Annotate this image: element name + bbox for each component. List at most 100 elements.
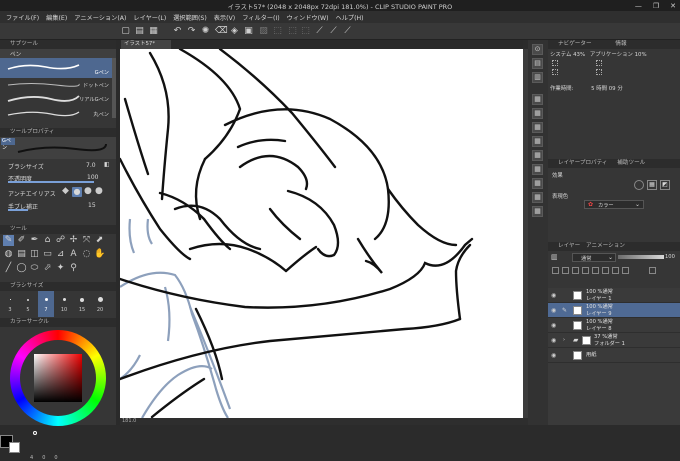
material-3-icon[interactable]: ▦ — [532, 122, 543, 133]
lasso-tool-icon[interactable]: ◯ — [16, 263, 27, 274]
menu-file[interactable]: ファイル(F) — [6, 13, 39, 22]
material-icon[interactable]: ▦ — [532, 94, 543, 105]
snap-grid-icon[interactable]: ⟋ — [342, 26, 353, 37]
antialias-weak-icon[interactable]: ● — [72, 187, 82, 197]
sub-view-icon[interactable]: ▤ — [532, 58, 543, 69]
layer-color-icon[interactable] — [649, 266, 656, 274]
close-button[interactable]: ✕ — [670, 2, 676, 10]
frame-tool-icon[interactable]: ▭ — [42, 249, 53, 260]
menu-edit[interactable]: 編集(E) — [46, 13, 67, 22]
brush-tool-icon[interactable]: ✐ — [16, 235, 27, 246]
border-effect-icon[interactable] — [634, 180, 644, 190]
eyedropper-tool-icon[interactable]: ✢ — [68, 235, 79, 246]
blend-mode-select[interactable]: 通常 ⌄ — [572, 253, 616, 262]
lock-layer-icon[interactable] — [592, 266, 599, 274]
pressure-icon[interactable]: ◧ — [104, 161, 110, 168]
layer-row[interactable]: ◉ 100 %通常 レイヤー 1 — [548, 288, 680, 303]
expression-color-select[interactable]: ✿ カラー ⌄ — [584, 200, 644, 209]
draft-icon[interactable] — [572, 266, 579, 274]
size-cell[interactable]: 10 — [56, 291, 72, 317]
eye-icon[interactable]: ◉ — [551, 322, 556, 329]
move-tool-icon[interactable]: ⤧ — [81, 235, 92, 246]
select-tool-icon[interactable]: ⬭ — [29, 263, 40, 274]
material-5-icon[interactable]: ▦ — [532, 150, 543, 161]
eye-icon[interactable]: ◉ — [551, 307, 556, 314]
canvas[interactable] — [120, 49, 523, 418]
brush-item-gpen[interactable]: Gペン — [0, 58, 112, 78]
ruler-show-icon[interactable] — [612, 266, 619, 274]
opacity-value[interactable]: 100 — [87, 174, 98, 181]
eraser-tool-icon[interactable]: ⌂ — [42, 235, 53, 246]
gradient-tool-icon[interactable]: ▤ — [16, 249, 27, 260]
antialias-medium-icon[interactable]: ● — [84, 186, 92, 196]
snap-ruler-icon[interactable]: ⟋ — [328, 26, 339, 37]
navigator-tab[interactable]: ナビゲーター — [558, 41, 592, 47]
airbrush-tool-icon[interactable]: ✒ — [29, 235, 40, 246]
layer-color-icon[interactable]: ◩ — [660, 180, 670, 190]
material-7-icon[interactable]: ▦ — [532, 178, 543, 189]
object-tool-icon[interactable]: ⬈ — [94, 235, 105, 246]
correct-line-icon[interactable]: ⬀ — [42, 263, 53, 274]
brush-size-row[interactable]: ブラシサイズ 7.0 ◧ — [0, 160, 116, 171]
deselect-icon[interactable]: ▨ — [258, 26, 269, 37]
fill-icon[interactable]: ◈ — [229, 26, 240, 37]
eye-icon[interactable]: ◉ — [551, 337, 556, 344]
redo-icon[interactable]: ↷ — [186, 26, 197, 37]
antialias-none-icon[interactable]: ◆ — [62, 186, 69, 196]
brush-item-roundpen[interactable]: 丸ペン — [0, 106, 112, 121]
antialias-strong-icon[interactable]: ● — [95, 186, 103, 196]
brush-item-dotpen[interactable]: ドットペン — [0, 78, 112, 91]
material-4-icon[interactable]: ▦ — [532, 136, 543, 147]
layer-row[interactable]: ◉ 100 %通常 レイヤー 8 — [548, 318, 680, 333]
folder-row[interactable]: ◉ › ▰ 37 %通常 フォルダー 1 — [548, 333, 680, 348]
expand-selection-icon[interactable]: ⬚ — [300, 26, 311, 37]
ruler-icon[interactable]: ⟋ — [314, 26, 325, 37]
reference-icon[interactable] — [562, 266, 569, 274]
line-tool-icon[interactable]: ╱ — [3, 263, 14, 274]
material-6-icon[interactable]: ▦ — [532, 164, 543, 175]
lock-transparent-icon[interactable] — [582, 266, 589, 274]
loading-icon[interactable]: ✺ — [200, 26, 211, 37]
invert-selection-icon[interactable]: ⬚ — [287, 26, 298, 37]
stabilization-value[interactable]: 15 — [88, 202, 96, 209]
tone-effect-icon[interactable]: ▦ — [647, 180, 657, 190]
clip-icon[interactable] — [552, 266, 559, 274]
size-cell[interactable]: 3 — [2, 291, 18, 317]
layer-lock-icon[interactable]: ▥ — [551, 253, 558, 261]
eye-icon[interactable]: ◉ — [551, 352, 556, 359]
undo-icon[interactable]: ↶ — [172, 26, 183, 37]
balloon-tool-icon[interactable]: ◌ — [81, 249, 92, 260]
menu-layer[interactable]: レイヤー(L) — [133, 13, 166, 22]
fill-tool-icon[interactable]: ◍ — [3, 249, 14, 260]
opacity-slider[interactable] — [8, 181, 94, 183]
crop-icon[interactable]: ⬚ — [272, 26, 283, 37]
pen-tool-icon[interactable]: ✎ — [3, 235, 14, 246]
layer-opacity-slider[interactable] — [618, 255, 664, 259]
menu-view[interactable]: 表示(V) — [214, 13, 235, 22]
menu-filter[interactable]: フィルター(I) — [242, 13, 279, 22]
stabilization-row[interactable]: 手ブレ補正 15 — [0, 200, 116, 211]
layer-row-selected[interactable]: ◉ ✎ 100 %通常 レイヤー 9 — [548, 303, 680, 318]
palette-color-icon[interactable] — [622, 266, 629, 274]
clear-icon[interactable]: ⌫ — [215, 26, 228, 37]
text-tool-icon[interactable]: A — [68, 249, 79, 260]
brush-item-realgpen[interactable]: リアルGペン — [0, 91, 112, 106]
mask-icon[interactable] — [602, 266, 609, 274]
ruler-tool-icon[interactable]: ⊿ — [55, 249, 66, 260]
zoom-readout[interactable]: 181.0 — [122, 418, 136, 424]
paper-row[interactable]: ◉ 用紙 — [548, 348, 680, 363]
zoom-tool-icon[interactable]: ⚲ — [68, 263, 79, 274]
material-8-icon[interactable]: ▦ — [532, 192, 543, 203]
assist-tool-tab[interactable]: 補助ツール — [617, 160, 645, 166]
size-cell[interactable]: 15 — [74, 291, 90, 317]
menu-selection[interactable]: 選択範囲(S) — [173, 13, 207, 22]
layer-opacity-value[interactable]: 100 — [665, 254, 675, 260]
antialias-row[interactable]: アンチエイリアス ◆ ● ● ● — [0, 185, 116, 199]
animation-tab[interactable]: アニメーション — [586, 243, 625, 249]
sv-square[interactable] — [34, 354, 82, 402]
navigator-icon[interactable]: ⊙ — [532, 44, 543, 55]
save-icon[interactable]: ▦ — [148, 26, 159, 37]
size-cell[interactable]: 20 — [92, 291, 108, 317]
size-cell[interactable]: 5 — [20, 291, 36, 317]
open-file-icon[interactable]: ▤ — [134, 26, 145, 37]
